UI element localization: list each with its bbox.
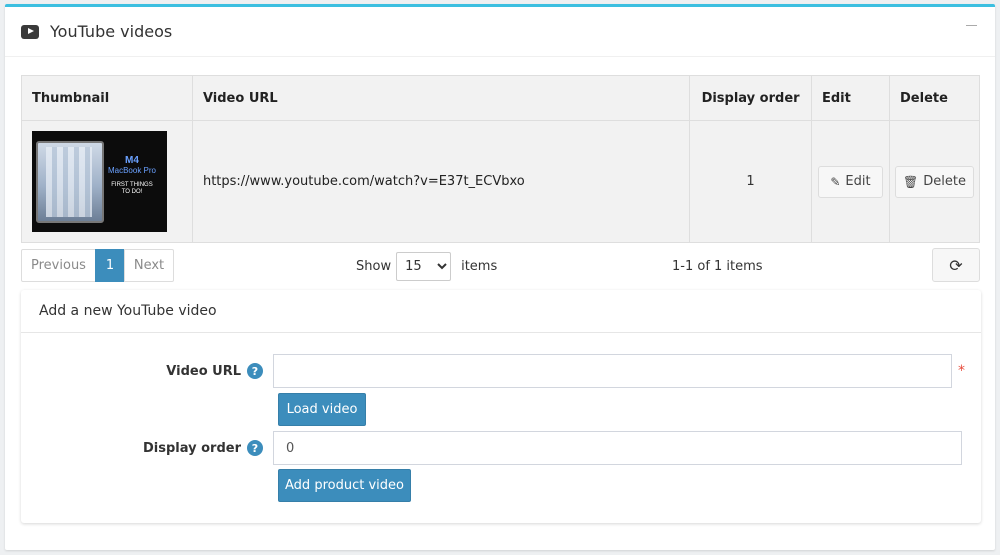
add-product-video-button[interactable]: Add product video xyxy=(278,469,411,502)
add-video-title: Add a new YouTube video xyxy=(21,290,981,333)
youtube-videos-panel: YouTube videos Thumbnail Video URL Displ… xyxy=(5,4,995,550)
video-url-label-group: Video URL ? xyxy=(21,363,263,379)
video-url-label: Video URL xyxy=(166,363,241,379)
display-order-cell: 1 xyxy=(689,120,812,243)
thumbnail-caption: M4 MacBook Pro FIRST THINGS TO DO! xyxy=(103,155,161,196)
refresh-icon: ⟳ xyxy=(949,255,963,275)
videos-table: Thumbnail Video URL Display order Edit D… xyxy=(21,75,980,243)
delete-button[interactable]: 🗑 Delete xyxy=(895,165,974,198)
thumbnail-text-line: TO DO! xyxy=(121,189,143,195)
video-url-input[interactable] xyxy=(273,354,952,388)
column-header-video-url[interactable]: Video URL xyxy=(191,75,691,121)
items-label: items xyxy=(461,259,498,274)
delete-cell: 🗑 Delete xyxy=(889,120,980,243)
edit-cell: ✎ Edit xyxy=(810,120,891,243)
load-video-button[interactable]: Load video xyxy=(278,393,366,426)
previous-page-button[interactable]: Previous xyxy=(21,249,96,282)
display-order-label-group: Display order ? xyxy=(21,440,263,456)
video-thumbnail: M4 MacBook Pro FIRST THINGS TO DO! xyxy=(32,131,167,232)
trash-icon: 🗑 xyxy=(903,174,919,189)
delete-button-label: Delete xyxy=(923,174,966,189)
show-label: Show xyxy=(356,259,392,274)
table-row: M4 MacBook Pro FIRST THINGS TO DO! https… xyxy=(21,120,980,243)
panel-header[interactable]: YouTube videos xyxy=(5,7,995,57)
youtube-play-icon xyxy=(21,24,39,39)
edit-button-label: Edit xyxy=(845,174,871,189)
column-header-delete: Delete xyxy=(889,75,980,121)
thumbnail-text-line: M4 xyxy=(125,155,139,166)
help-icon[interactable]: ? xyxy=(247,440,263,456)
display-order-label: Display order xyxy=(143,440,241,456)
help-icon[interactable]: ? xyxy=(247,363,263,379)
panel-title: YouTube videos xyxy=(50,22,173,41)
minus-icon[interactable] xyxy=(965,19,979,33)
page-size-select[interactable]: 15 xyxy=(396,252,452,281)
thumbnail-text-line: MacBook Pro xyxy=(107,166,157,175)
laptop-image xyxy=(36,141,104,223)
column-header-display-order[interactable]: Display order xyxy=(689,75,812,121)
video-url-row: Video URL ? * xyxy=(21,354,981,388)
next-page-button[interactable]: Next xyxy=(124,249,174,282)
column-header-thumbnail[interactable]: Thumbnail xyxy=(21,75,193,121)
video-url-cell: https://www.youtube.com/watch?v=E37t_ECV… xyxy=(191,120,691,243)
edit-button[interactable]: ✎ Edit xyxy=(817,165,883,198)
refresh-button[interactable]: ⟳ xyxy=(932,248,980,282)
page-size-control: Show 15 items xyxy=(356,252,497,281)
pagination-info: 1-1 of 1 items xyxy=(672,259,763,274)
display-order-row: Display order ? xyxy=(21,431,981,465)
pagination: Previous 1 Next xyxy=(21,249,174,282)
add-video-panel: Add a new YouTube video Video URL ? * Lo… xyxy=(21,290,981,523)
page-1-button[interactable]: 1 xyxy=(95,249,125,282)
required-marker: * xyxy=(958,363,965,379)
table-header-row: Thumbnail Video URL Display order Edit D… xyxy=(21,75,980,121)
thumbnail-cell: M4 MacBook Pro FIRST THINGS TO DO! xyxy=(21,120,193,243)
display-order-input[interactable] xyxy=(273,431,962,465)
thumbnail-text-line: FIRST THINGS xyxy=(111,182,153,188)
column-header-edit: Edit xyxy=(810,75,891,121)
pencil-icon: ✎ xyxy=(830,174,841,189)
